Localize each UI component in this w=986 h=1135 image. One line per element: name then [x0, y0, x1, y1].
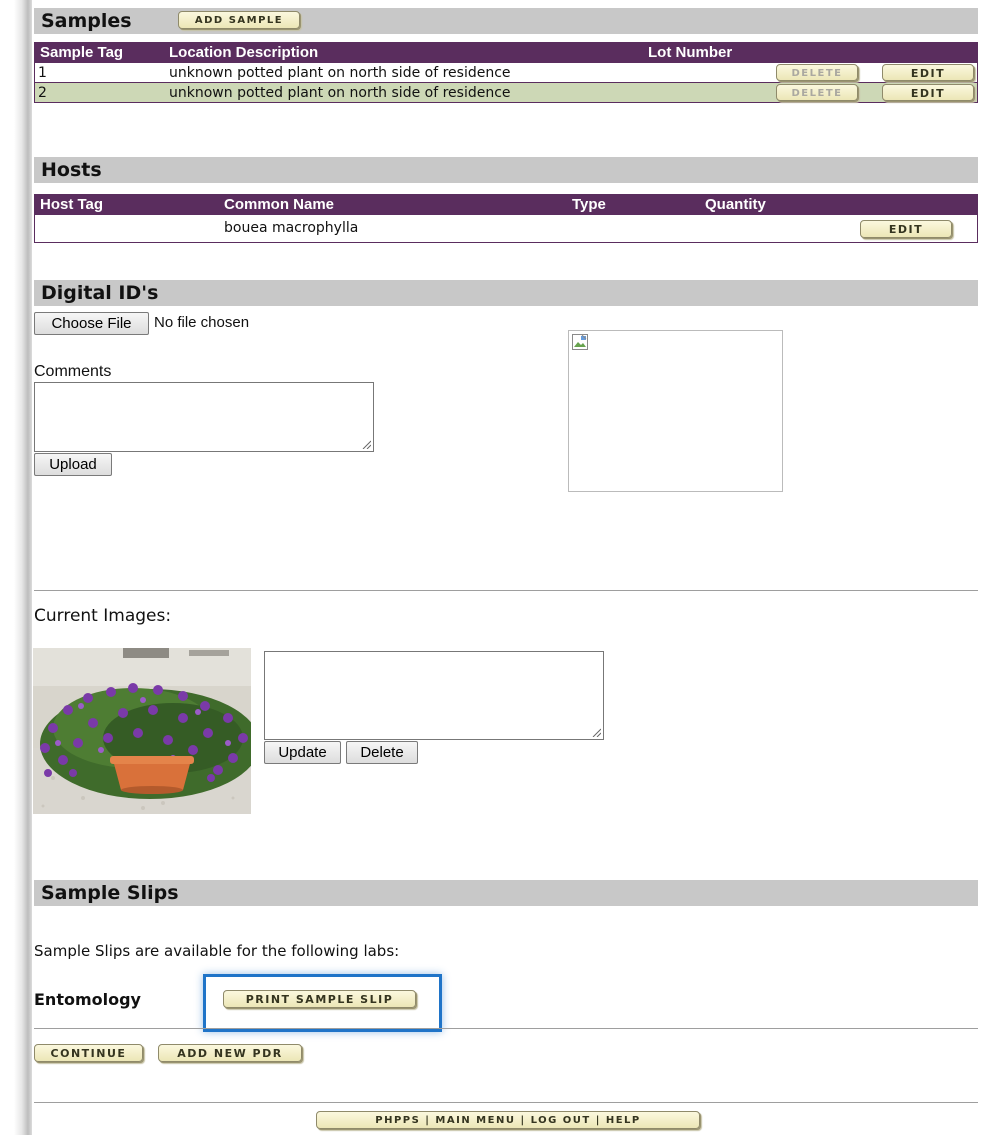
- samples-table-header: Sample Tag Location Description Lot Numb…: [34, 42, 978, 63]
- col-host-tag: Host Tag: [40, 196, 104, 213]
- comments-label: Comments: [34, 363, 112, 380]
- hosts-table-header: Host Tag Common Name Type Quantity: [34, 194, 978, 215]
- delete-sample-2-button[interactable]: DELETE: [776, 84, 858, 101]
- image-comment-textarea[interactable]: [264, 651, 604, 740]
- page: Samples ADD SAMPLE Sample Tag Location D…: [32, 0, 978, 1135]
- edit-sample-1-button[interactable]: EDIT: [882, 64, 974, 81]
- divider: [34, 1028, 978, 1029]
- digital-ids-title: Digital ID's: [41, 282, 159, 304]
- update-image-button[interactable]: Update: [264, 741, 341, 764]
- plant-image[interactable]: [33, 648, 251, 814]
- delete-image-button[interactable]: Delete: [346, 741, 418, 764]
- broken-image-icon: [572, 334, 588, 350]
- sample-slips-description: Sample Slips are available for the follo…: [34, 942, 400, 960]
- col-sample-tag: Sample Tag: [40, 44, 124, 61]
- common-name: bouea macrophylla: [224, 220, 359, 236]
- sample-tag: 1: [38, 65, 47, 81]
- lab-name-entomology: Entomology: [34, 990, 141, 1009]
- delete-sample-1-button[interactable]: DELETE: [776, 64, 858, 81]
- edit-sample-2-button[interactable]: EDIT: [882, 84, 974, 101]
- comments-textarea[interactable]: [34, 382, 374, 452]
- location-description: unknown potted plant on north side of re…: [169, 65, 511, 81]
- hosts-header: Hosts: [34, 157, 978, 183]
- col-quantity: Quantity: [705, 196, 766, 213]
- upload-button[interactable]: Upload: [34, 453, 112, 476]
- col-lot-number: Lot Number: [648, 44, 733, 61]
- table-row: bouea macrophylla: [34, 215, 978, 243]
- add-sample-button[interactable]: ADD SAMPLE: [178, 11, 300, 29]
- left-edge-shadow: [0, 0, 32, 1135]
- sample-slips-header: Sample Slips: [34, 880, 978, 906]
- continue-button[interactable]: CONTINUE: [34, 1044, 143, 1062]
- resize-handle-icon[interactable]: [591, 727, 601, 737]
- col-common-name: Common Name: [224, 196, 335, 213]
- print-sample-slip-button[interactable]: PRINT SAMPLE SLIP: [223, 990, 416, 1008]
- samples-header: Samples: [34, 8, 978, 34]
- digital-ids-header: Digital ID's: [34, 280, 978, 306]
- divider: [34, 590, 978, 591]
- col-type: Type: [572, 196, 606, 213]
- no-file-chosen-text: No file chosen: [154, 314, 250, 331]
- plant-photo-illustration: [33, 648, 251, 814]
- sample-tag: 2: [38, 85, 47, 101]
- choose-file-button[interactable]: Choose File: [34, 312, 149, 335]
- sample-slips-title: Sample Slips: [41, 882, 179, 904]
- broken-image-placeholder: [568, 330, 783, 492]
- hosts-title: Hosts: [41, 159, 102, 181]
- divider: [34, 1102, 978, 1103]
- current-images-label: Current Images:: [34, 606, 172, 626]
- add-new-pdr-button[interactable]: ADD NEW PDR: [158, 1044, 302, 1062]
- location-description: unknown potted plant on north side of re…: [169, 85, 511, 101]
- samples-title: Samples: [41, 10, 132, 32]
- edit-host-button[interactable]: EDIT: [860, 220, 952, 238]
- footer-nav[interactable]: PHPPS | MAIN MENU | LOG OUT | HELP: [316, 1111, 700, 1129]
- resize-handle-icon[interactable]: [361, 439, 371, 449]
- col-location-description: Location Description: [169, 44, 319, 61]
